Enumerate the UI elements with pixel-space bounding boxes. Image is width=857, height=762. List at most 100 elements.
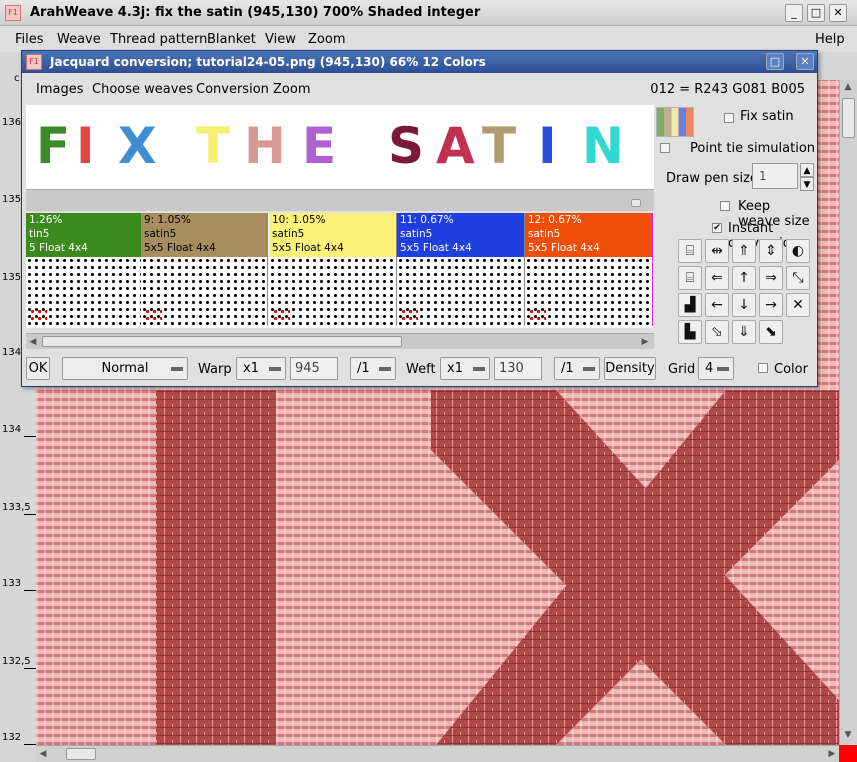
strip-scroll-left-icon[interactable]: ◀ [26, 335, 40, 349]
horizontal-scroll-thumb[interactable] [66, 748, 96, 760]
grid-dropdown[interactable]: 4 [698, 357, 734, 380]
stairs-down-icon[interactable]: ▙ [678, 320, 702, 344]
shift-up-stairs-icon[interactable]: ⌸ [678, 239, 702, 263]
dialog-close-button[interactable]: ✕ [796, 53, 814, 70]
weave-cell[interactable]: 10: 1.05% satin5 5x5 Float 4x4 [269, 213, 397, 326]
ruler-label: 134 [2, 424, 22, 435]
weave-tools-grid: ⌸ ⇹ ⇑ ⇕ ◐ ⌸ ⇐ ↑ ⇒ ⤡ ▟ ← ↓ → ✕ ▙ ⬂ ⇓ ⬊ [678, 239, 814, 347]
weft-value-input[interactable]: 130 [494, 357, 542, 380]
menu-weave[interactable]: Weave [57, 32, 101, 47]
flip-vertical-icon[interactable]: ⇕ [759, 239, 783, 263]
stairs-up-icon[interactable]: ▟ [678, 293, 702, 317]
arahweave-app-icon: F1 [5, 5, 21, 21]
point-tie-checkbox[interactable] [660, 143, 670, 153]
weave-strip-scrollbar[interactable]: ◀ ▶ [26, 333, 654, 349]
main-titlebar: F1 ArahWeave 4.3j: fix the satin (945,13… [0, 0, 857, 26]
menu-zoom[interactable]: Zoom [308, 32, 345, 47]
diagonal-arrows-icon[interactable]: ⤡ [786, 266, 810, 290]
instant-conversion-checkbox[interactable]: ✔ [712, 223, 722, 233]
dialog-menu-zoom[interactable]: Zoom [273, 82, 310, 97]
menu-blanket[interactable]: Blanket [207, 32, 256, 47]
vertical-scrollbar[interactable]: ▲ ▼ [839, 80, 857, 745]
menu-view[interactable]: View [265, 32, 296, 47]
weave-error-marks [272, 308, 290, 322]
preview-scroll-thumb[interactable] [631, 199, 641, 207]
weft-multiplier-dropdown[interactable]: x1 [440, 357, 490, 380]
dialog-titlebar: F1 Jacquard conversion; tutorial24-05.pn… [22, 51, 817, 73]
arrow-left-icon[interactable]: ← [705, 293, 729, 317]
preview-scrollbar[interactable] [26, 189, 654, 211]
double-up-icon[interactable]: ⇑ [732, 239, 756, 263]
scroll-right-arrow-icon[interactable]: ▶ [825, 747, 839, 761]
weave-error-marks [29, 308, 47, 322]
weave-cell-weave: tin5 [29, 228, 50, 240]
dialog-menu-images[interactable]: Images [36, 82, 84, 97]
menu-files[interactable]: Files [15, 32, 44, 47]
weave-cell-label: 1.26% [29, 214, 63, 226]
density-button[interactable]: Density [604, 357, 656, 380]
preview-letter: H [244, 117, 286, 175]
mode-dropdown[interactable]: Normal [62, 357, 188, 380]
weave-error-marks [144, 308, 162, 322]
maximize-button[interactable]: □ [807, 4, 825, 22]
dialog-maximize-button[interactable]: □ [766, 53, 784, 70]
fix-satin-checkbox[interactable] [724, 113, 734, 123]
palette-thumbnail[interactable] [656, 107, 694, 137]
menu-thread-pattern[interactable]: Thread pattern [110, 32, 207, 47]
diagonal-shift-icon[interactable]: ⬂ [705, 320, 729, 344]
invert-icon[interactable]: ◐ [786, 239, 810, 263]
weave-cell-header: 10: 1.05% satin5 5x5 Float 4x4 [269, 213, 396, 257]
cross-icon[interactable]: ✕ [786, 293, 810, 317]
vertical-scroll-thumb[interactable] [842, 98, 855, 138]
image-preview[interactable]: FIXTHESATIN [26, 105, 654, 189]
ruler-label: 134 [2, 347, 22, 358]
spin-down-icon[interactable]: ▼ [800, 177, 814, 191]
scroll-up-arrow-icon[interactable]: ▲ [841, 80, 855, 94]
arrow-down-icon[interactable]: ↓ [732, 293, 756, 317]
double-left-icon[interactable]: ⇐ [705, 266, 729, 290]
diagonal-shift-2-icon[interactable]: ⬊ [759, 320, 783, 344]
minimize-button[interactable]: _ [785, 4, 803, 22]
ruler-label: 132 [2, 732, 22, 743]
weave-cell-selected[interactable]: 12: 0.67% satin5 5x5 Float 4x4 [525, 213, 653, 326]
close-button[interactable]: ✕ [829, 4, 847, 22]
weft-multiplier-value: x1 [447, 361, 463, 376]
dialog-menu-conversion[interactable]: Conversion [196, 82, 269, 97]
shift-down-stairs-icon[interactable]: ⌸ [678, 266, 702, 290]
warp-multiplier-dropdown[interactable]: x1 [236, 357, 286, 380]
jacquard-conversion-dialog: F1 Jacquard conversion; tutorial24-05.pn… [21, 50, 818, 387]
double-right-icon[interactable]: ⇒ [759, 266, 783, 290]
weave-cell-weave: satin5 [400, 228, 433, 240]
double-down-icon[interactable]: ⇓ [732, 320, 756, 344]
weave-cell[interactable]: 1.26% tin5 5 Float 4x4 [26, 213, 154, 326]
mode-dropdown-value: Normal [101, 361, 149, 376]
scroll-down-arrow-icon[interactable]: ▼ [841, 728, 855, 742]
warp-divider-dropdown[interactable]: /1 [350, 357, 396, 380]
draw-pen-size-input[interactable]: 1 [752, 163, 798, 189]
weave-cell[interactable]: 11: 0.67% satin5 5x5 Float 4x4 [397, 213, 525, 326]
strip-scroll-thumb[interactable] [42, 336, 402, 347]
warp-value-input[interactable]: 945 [290, 357, 338, 380]
horizontal-scrollbar[interactable]: ◀ ▶ [36, 745, 839, 762]
menu-help[interactable]: Help [815, 32, 845, 47]
weave-cell-label: 9: 1.05% [144, 214, 191, 226]
color-checkbox[interactable] [758, 363, 768, 373]
warp-multiplier-value: x1 [243, 361, 259, 376]
weave-cell[interactable]: 9: 1.05% satin5 5x5 Float 4x4 [141, 213, 268, 326]
dropdown-arrow-icon [171, 367, 183, 371]
spin-up-icon[interactable]: ▲ [800, 163, 814, 177]
keep-weave-size-checkbox[interactable] [720, 201, 730, 211]
pen-size-spinner[interactable]: ▲ ▼ [800, 163, 814, 191]
arrow-up-icon[interactable]: ↑ [732, 266, 756, 290]
strip-scroll-right-icon[interactable]: ▶ [638, 335, 652, 349]
main-window-title: ArahWeave 4.3j: fix the satin (945,130) … [30, 5, 481, 20]
scroll-left-arrow-icon[interactable]: ◀ [36, 747, 50, 761]
weft-divider-dropdown[interactable]: /1 [554, 357, 600, 380]
weave-cell-weave: satin5 [272, 228, 305, 240]
ok-button[interactable]: OK [26, 357, 50, 380]
weave-cell-header: 9: 1.05% satin5 5x5 Float 4x4 [141, 213, 267, 257]
weave-cell-header: 11: 0.67% satin5 5x5 Float 4x4 [397, 213, 524, 257]
stretch-horizontal-icon[interactable]: ⇹ [705, 239, 729, 263]
dialog-menu-choose-weaves[interactable]: Choose weaves [92, 82, 193, 97]
arrow-right-icon[interactable]: → [759, 293, 783, 317]
